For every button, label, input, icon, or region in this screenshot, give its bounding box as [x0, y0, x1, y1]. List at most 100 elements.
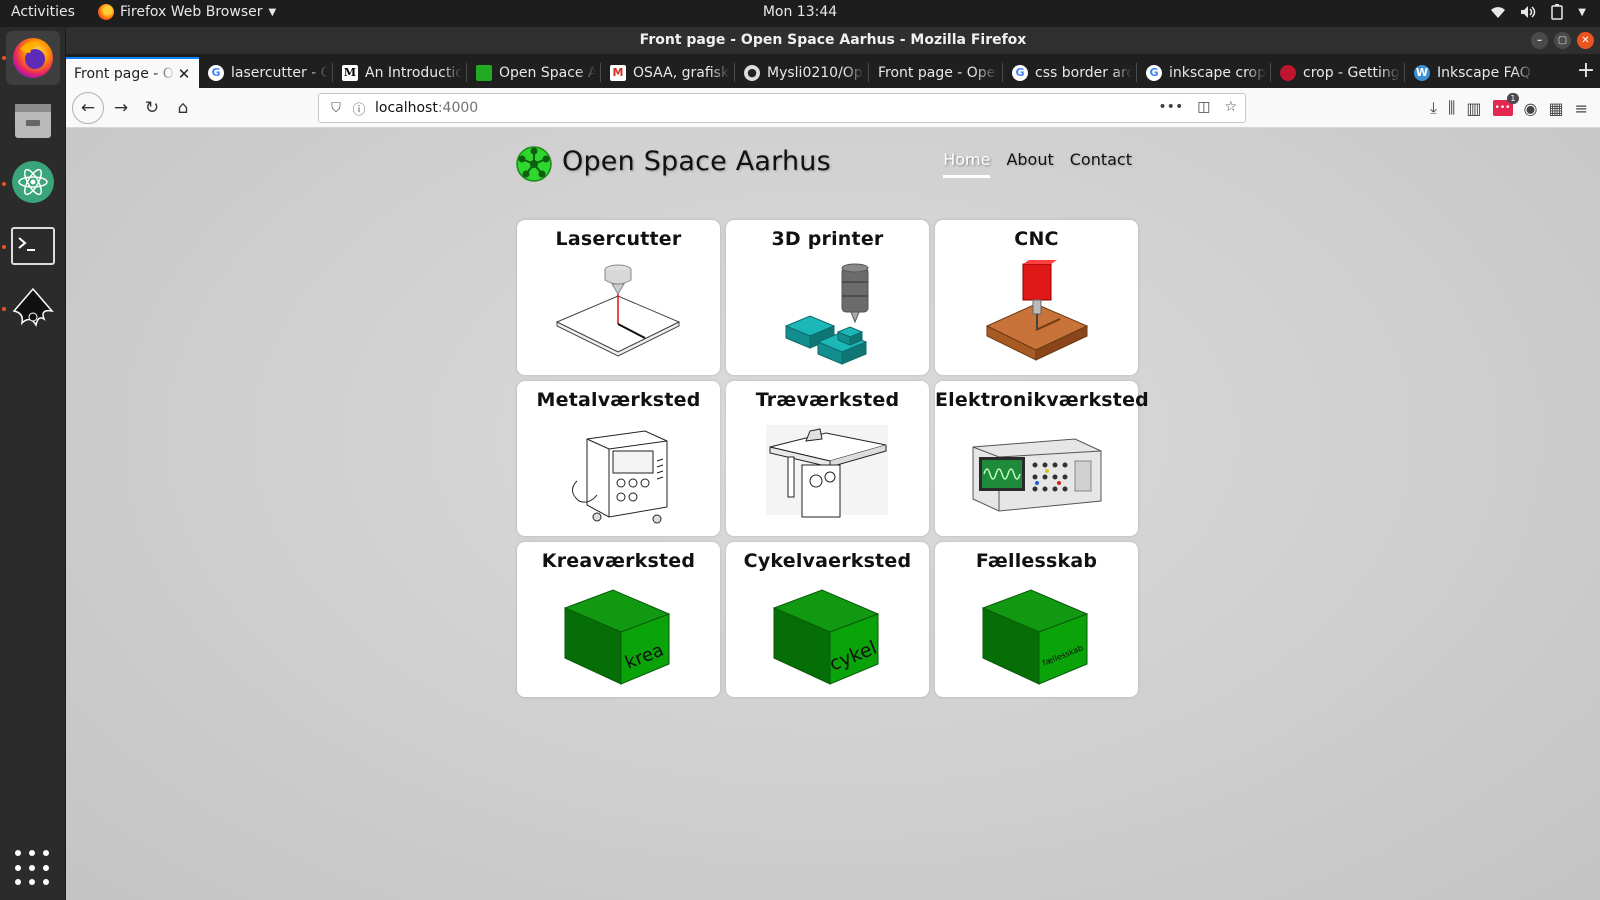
- navigation-toolbar: ← → ↻ ⌂ ⛉ ⓘ localhost:4000 ••• ◫ ☆ ⤓ ⫼ ▥…: [66, 88, 1600, 128]
- green-cube-icon: fællesskab: [981, 589, 1089, 685]
- table-saw-icon: [766, 425, 888, 518]
- google-icon: G: [1012, 64, 1028, 81]
- dock-inkscape[interactable]: [6, 281, 60, 335]
- tracking-shield-icon[interactable]: ⛉: [323, 101, 349, 116]
- tab-github[interactable]: ● Mysli0210/Open: [736, 57, 864, 88]
- tab-gmail[interactable]: M OSAA, grafisk: [602, 57, 730, 88]
- card-elektronikvaerksted[interactable]: Elektronikværksted: [935, 381, 1149, 536]
- tab-inkscape-crop[interactable]: G inkscape crop: [1138, 57, 1266, 88]
- app-menu-label: Firefox Web Browser: [120, 4, 263, 20]
- card-cykelvaerksted[interactable]: Cykelvaerksted cykel: [726, 542, 929, 697]
- bookmark-star-icon[interactable]: ☆: [1224, 99, 1237, 115]
- menu-icon[interactable]: ≡: [1575, 99, 1588, 118]
- card-lasercutter[interactable]: Lasercutter: [517, 220, 720, 375]
- home-button[interactable]: ⌂: [168, 93, 198, 123]
- chevron-down-icon: ▼: [268, 6, 277, 18]
- site-nav: Home About Contact: [943, 150, 1132, 178]
- wifi-icon: [1491, 7, 1506, 18]
- firefox-icon: [13, 38, 53, 78]
- card-title: Elektronikværksted: [935, 389, 1149, 411]
- chevron-down-icon: ▼: [1578, 6, 1586, 18]
- activities-button[interactable]: Activities: [11, 4, 75, 20]
- url-bar[interactable]: ⛉ ⓘ localhost:4000 ••• ◫ ☆: [318, 93, 1246, 123]
- card-title: Metalværksted: [536, 389, 701, 411]
- battery-icon: [1551, 4, 1564, 20]
- window-title-bar: Front page - Open Space Aarhus - Mozilla…: [66, 27, 1600, 54]
- close-window-button[interactable]: ✕: [1577, 32, 1594, 49]
- tab-title: OSAA, grafisk: [633, 64, 730, 81]
- gnome-top-bar: Activities Firefox Web Browser ▼ Mon 13:…: [0, 0, 1600, 27]
- maximize-button[interactable]: ▢: [1554, 32, 1571, 49]
- close-tab-icon[interactable]: ✕: [175, 65, 193, 83]
- tab-strip: Front page - Open Space Aarhus ✕ G laser…: [66, 54, 1600, 88]
- card-title: Fællesskab: [975, 550, 1098, 572]
- page-actions-icon[interactable]: •••: [1158, 99, 1183, 115]
- nav-home[interactable]: Home: [943, 150, 991, 178]
- dock-files[interactable]: [6, 93, 60, 147]
- card-kreavaerksted[interactable]: Kreaværksted krea: [517, 542, 720, 697]
- arrow-right-icon: →: [113, 98, 129, 118]
- library-icon[interactable]: ⫼: [1448, 98, 1455, 118]
- extension-icon[interactable]: ••• 1: [1492, 93, 1519, 116]
- open-space-aarhus-logo[interactable]: [514, 144, 554, 184]
- site-name[interactable]: Open Space Aarhus: [562, 146, 831, 177]
- tab-lasercutter-search[interactable]: G lasercutter - Google Search: [200, 57, 328, 88]
- url-host: localhost: [375, 100, 438, 116]
- tab-open-space-aarhus[interactable]: Open Space Aarhus: [468, 57, 596, 88]
- tab-inkscape-faq[interactable]: W Inkscape FAQ: [1406, 57, 1534, 88]
- card-title: Cykelvaerksted: [743, 550, 912, 572]
- github-icon: ●: [744, 64, 760, 81]
- account-icon[interactable]: ◉: [1524, 99, 1538, 118]
- 3d-printer-icon: [784, 263, 869, 365]
- welder-icon: [572, 430, 668, 524]
- card-metalvaerksted[interactable]: Metalværksted: [517, 381, 720, 536]
- card-traevaerksted[interactable]: Træværksted: [726, 381, 929, 536]
- green-cube-icon: krea: [563, 589, 671, 685]
- tab-front-page-2[interactable]: Front page - Open Space Aarhus: [870, 57, 998, 88]
- dock-atom[interactable]: [6, 155, 60, 209]
- extensions-puzzle-icon[interactable]: ▦: [1548, 99, 1563, 118]
- url-port: :4000: [437, 100, 479, 116]
- dock-terminal[interactable]: [6, 219, 60, 273]
- card-faellesskab[interactable]: Fællesskab fællesskab: [935, 542, 1138, 697]
- wordpress-icon: W: [1414, 64, 1430, 81]
- cnc-icon: [985, 260, 1089, 361]
- card-3d-printer[interactable]: 3D printer: [726, 220, 929, 375]
- tab-title: css border around: [1035, 64, 1132, 81]
- show-applications-icon[interactable]: [15, 850, 51, 886]
- app-menu[interactable]: Firefox Web Browser ▼: [98, 4, 276, 20]
- tab-title: Open Space Aarhus: [499, 64, 596, 81]
- site-info-icon[interactable]: ⓘ: [349, 99, 369, 118]
- google-icon: G: [1146, 64, 1162, 81]
- reload-icon: ↻: [144, 98, 160, 118]
- forward-button[interactable]: →: [106, 93, 136, 123]
- dock-firefox[interactable]: [6, 31, 60, 85]
- card-cnc[interactable]: CNC: [935, 220, 1138, 375]
- reload-button[interactable]: ↻: [137, 93, 167, 123]
- tab-front-page[interactable]: Front page - Open Space Aarhus ✕: [66, 57, 199, 88]
- laser-cutter-icon: [555, 264, 681, 357]
- inkscape-icon: [1280, 64, 1296, 81]
- site-header: Open Space Aarhus Home About Contact: [514, 144, 1132, 184]
- download-icon[interactable]: ⤓: [1430, 98, 1437, 118]
- page-viewport: Open Space Aarhus Home About Contact Las…: [66, 128, 1600, 900]
- tab-title: crop - Getting: [1303, 64, 1400, 81]
- card-title: Lasercutter: [555, 228, 682, 250]
- back-button[interactable]: ←: [72, 92, 104, 124]
- tab-title: inkscape crop: [1169, 64, 1266, 81]
- pocket-icon[interactable]: ◫: [1197, 99, 1210, 115]
- extension-badge: 1: [1507, 93, 1519, 104]
- tab-crop-getting[interactable]: crop - Getting: [1272, 57, 1400, 88]
- sidebar-icon[interactable]: ▥: [1466, 99, 1481, 118]
- system-tray[interactable]: ▼: [1490, 4, 1586, 20]
- workshop-grid: Lasercutter 3D printer CNC Metalværksted…: [517, 220, 1149, 700]
- new-tab-button[interactable]: +: [1571, 57, 1600, 88]
- clock[interactable]: Mon 13:44: [763, 4, 837, 20]
- tab-an-introduction[interactable]: M An Introduction: [334, 57, 462, 88]
- dock: [0, 27, 66, 900]
- minimize-button[interactable]: –: [1531, 32, 1548, 49]
- tab-title: An Introduction: [365, 64, 462, 81]
- nav-contact[interactable]: Contact: [1070, 150, 1132, 178]
- tab-css-border[interactable]: G css border around: [1004, 57, 1132, 88]
- nav-about[interactable]: About: [1006, 150, 1053, 178]
